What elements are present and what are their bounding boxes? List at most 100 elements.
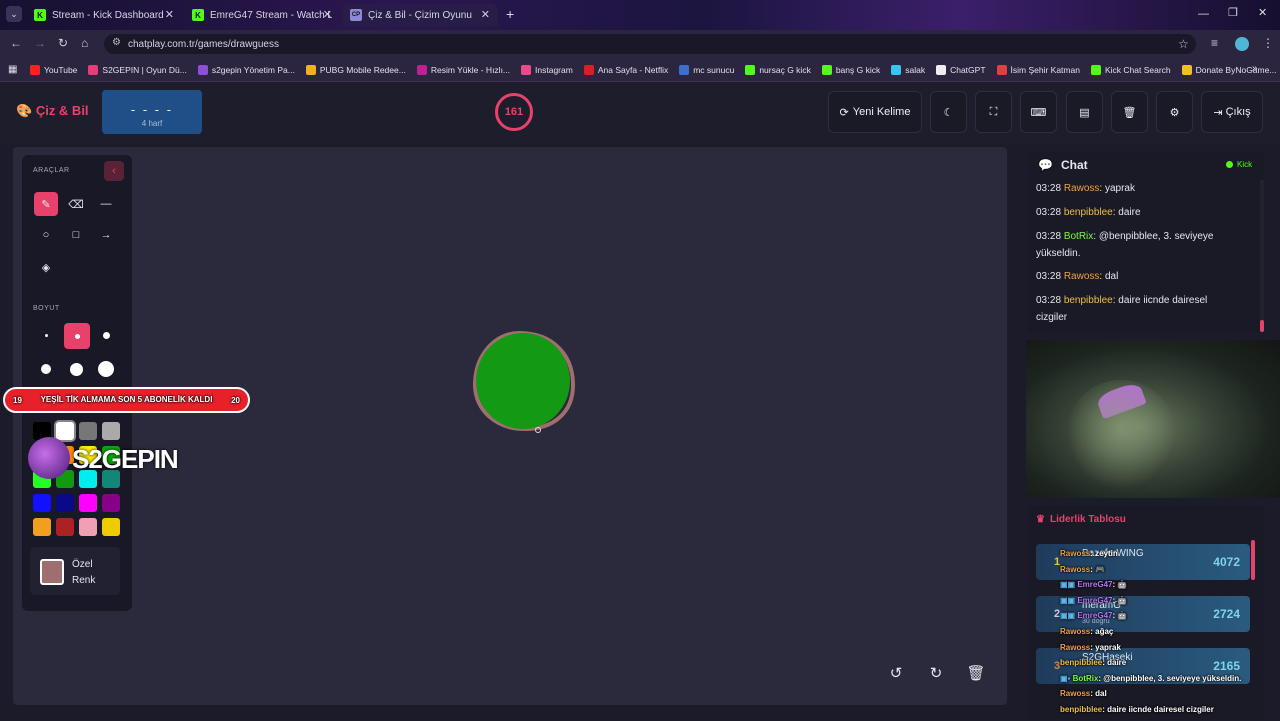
chat-message: 03:28 BotRix: @benpibblee, 3. seviyeye y… — [1036, 231, 1214, 259]
bookmark-s2gepin[interactable]: S2GEPIN | Oyun Dü... — [88, 64, 187, 75]
bookmark-kick-chat-search[interactable]: Kick Chat Search — [1090, 64, 1171, 75]
delete-button[interactable]: 🗑 — [1111, 91, 1148, 133]
bookmark-resim-yukle[interactable]: Resim Yükle - Hızlı... — [416, 64, 510, 75]
color-swatch[interactable] — [79, 518, 97, 536]
bookmark-s2gepin-panel[interactable]: s2gepin Yönetim Pa... — [197, 64, 295, 75]
size-xxl-button[interactable] — [94, 357, 118, 381]
bookmark-bynogame[interactable]: Donate ByNoGame... — [1181, 64, 1276, 75]
reload-icon[interactable]: ↻ — [58, 36, 68, 50]
app-logo[interactable]: 🎨 Çiz & Bil — [16, 103, 89, 119]
goal-text: YEŞİL TİK ALMAMA SON 5 ABONELİK KALDI — [40, 395, 213, 404]
keyboard-icon: ⌨ — [1030, 106, 1047, 119]
bookmark-mc-sunucu[interactable]: mc sunucu — [679, 64, 734, 75]
settings-button[interactable]: ⚙ — [1156, 91, 1193, 133]
chat-username: BotRix — [1063, 231, 1094, 242]
color-swatch[interactable] — [79, 494, 97, 512]
bookmark-pubg[interactable]: PUBG Mobile Redee... — [305, 64, 406, 75]
archive-icon: ▤ — [1079, 106, 1090, 119]
color-swatch[interactable] — [79, 422, 97, 440]
custom-color-button[interactable]: Özel Renk — [30, 547, 120, 595]
tab-ciz-bil[interactable]: CP Çiz & Bil - Çizim Oyunu ✕ — [342, 4, 498, 26]
bookmark-youtube[interactable]: YouTube — [30, 64, 77, 75]
tab-list-button[interactable]: ⌄ — [6, 6, 22, 22]
restore-icon[interactable]: ❐ — [1228, 6, 1238, 19]
color-swatch[interactable] — [102, 422, 120, 440]
color-swatch[interactable] — [56, 518, 74, 536]
overlay-message: Rawoss: yaprak — [1060, 642, 1121, 652]
close-tab-icon[interactable]: ✕ — [481, 8, 490, 21]
close-tab-icon[interactable]: ✕ — [165, 8, 174, 21]
line-tool-button[interactable]: — — [94, 192, 118, 216]
close-tab-icon[interactable]: ✕ — [323, 8, 332, 21]
bookmark-isim-sehir[interactable]: İsim Şehir Katman — [996, 64, 1080, 75]
brand-watermark: S2GEPIN — [72, 444, 179, 474]
bookmark-nursac-kick[interactable]: nursaç G kick — [745, 64, 811, 75]
keyboard-button[interactable]: ⌨ — [1020, 91, 1057, 133]
brush-tool-button[interactable]: ✎ — [34, 192, 58, 216]
chat-scrollbar[interactable] — [1260, 180, 1264, 332]
color-swatch[interactable] — [56, 422, 74, 440]
media-icon[interactable]: ≡ — [1211, 36, 1218, 50]
chat-bubbles-icon: 💬 — [1038, 158, 1053, 172]
site-info-icon[interactable]: ⚙ — [112, 37, 121, 48]
color-swatch[interactable] — [33, 494, 51, 512]
custom-color-swatch — [40, 559, 64, 585]
rectangle-tool-button[interactable]: □ — [64, 223, 88, 247]
exit-button[interactable]: ⇥ Çıkış — [1201, 91, 1263, 133]
chat-scroll-thumb[interactable] — [1260, 320, 1264, 332]
kick-icon — [821, 64, 832, 75]
bookmark-instagram[interactable]: Instagram — [521, 64, 573, 75]
goal-target: 20 — [231, 395, 240, 405]
game-icon — [996, 64, 1007, 75]
size-xs-button[interactable] — [34, 323, 58, 347]
trash-icon: 🗑 — [966, 665, 986, 682]
size-m-button[interactable] — [94, 323, 118, 347]
tab-emreg47-stream[interactable]: K EmreG47 Stream - Watch Live o ✕ — [184, 4, 340, 26]
eraser-tool-button[interactable]: ⌫ — [64, 192, 88, 216]
donate-icon — [1181, 64, 1192, 75]
gear-icon: ⚙ — [1169, 106, 1180, 119]
forward-icon[interactable]: → — [34, 36, 46, 50]
size-s-button[interactable] — [64, 323, 90, 349]
redo-button[interactable]: ↻ — [921, 658, 951, 688]
apps-icon[interactable]: ▦ — [8, 64, 17, 75]
fill-tool-button[interactable]: ◈ — [34, 255, 58, 279]
profile-avatar[interactable] — [1235, 37, 1249, 51]
bookmark-bans-kick[interactable]: banş G kick — [821, 64, 880, 75]
menu-icon[interactable]: ⋮ — [1262, 36, 1274, 50]
more-bookmarks-icon[interactable]: » — [1252, 63, 1258, 74]
bookmark-salak[interactable]: salak — [891, 64, 925, 75]
fullscreen-button[interactable]: ⛶ — [975, 91, 1012, 133]
close-window-icon[interactable]: ✕ — [1258, 6, 1267, 19]
drawing-canvas[interactable] — [13, 147, 1007, 705]
theme-toggle-button[interactable]: ☾ — [930, 91, 967, 133]
color-swatch[interactable] — [102, 518, 120, 536]
color-swatch[interactable] — [56, 494, 74, 512]
bookmark-netflix[interactable]: Ana Sayfa - Netflix — [583, 64, 668, 75]
home-icon[interactable]: ⌂ — [81, 36, 88, 50]
collapse-panel-button[interactable]: ‹ — [104, 161, 124, 181]
url-input[interactable]: ⚙ chatplay.com.tr/games/drawguess — [104, 34, 1196, 54]
color-swatch[interactable] — [33, 518, 51, 536]
bookmark-chatgpt[interactable]: ChatGPT — [936, 64, 986, 75]
size-l-button[interactable] — [34, 357, 58, 381]
clear-canvas-button[interactable]: 🗑 — [961, 658, 991, 688]
server-icon — [679, 64, 690, 75]
bookmark-star-icon[interactable]: ☆ — [1178, 37, 1189, 51]
minimize-icon[interactable]: — — [1198, 8, 1209, 20]
archive-button[interactable]: ▤ — [1066, 91, 1103, 133]
arrow-tool-button[interactable]: → — [94, 223, 118, 247]
circle-tool-button[interactable]: ○ — [34, 223, 58, 247]
tab-kick-dashboard[interactable]: K Stream - Kick Dashboard ✕ — [26, 4, 182, 26]
overlay-message: Rawoss: zeytin — [1060, 549, 1118, 558]
kick-icon — [745, 64, 756, 75]
new-tab-icon[interactable]: + — [506, 6, 514, 22]
brand-logo-icon — [28, 437, 70, 479]
back-icon[interactable]: ← — [10, 36, 22, 50]
new-word-button[interactable]: ⟳ Yeni Kelime — [828, 91, 922, 133]
color-swatch[interactable] — [102, 494, 120, 512]
status-dot-icon — [1226, 161, 1233, 168]
size-xl-button[interactable] — [64, 357, 88, 381]
netflix-icon — [583, 64, 594, 75]
undo-button[interactable]: ↺ — [881, 658, 911, 688]
